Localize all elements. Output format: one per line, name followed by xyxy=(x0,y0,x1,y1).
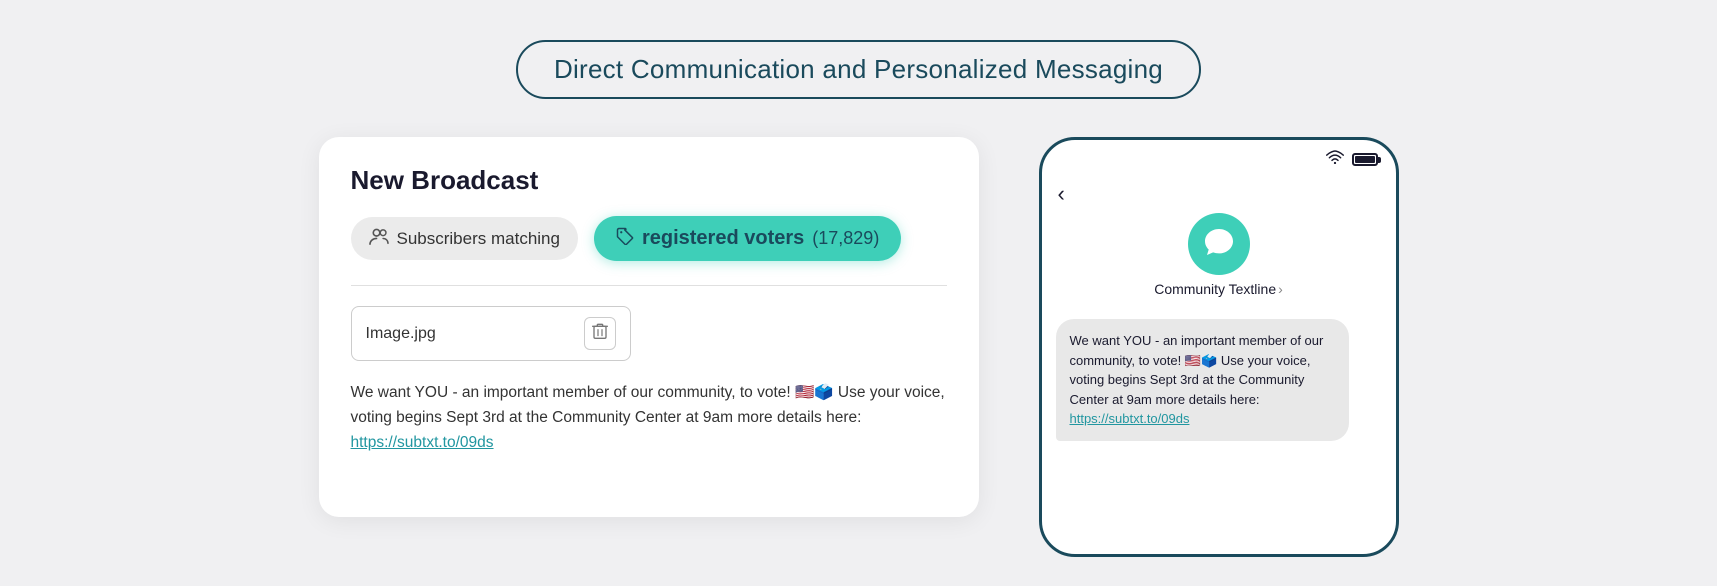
subscribers-row: Subscribers matching registered voters (… xyxy=(351,216,947,261)
broadcast-message-text: We want YOU - an important member of our… xyxy=(351,384,945,426)
message-bubble-text: We want YOU - an important member of our… xyxy=(1070,333,1324,407)
chat-avatar xyxy=(1188,213,1250,275)
delete-image-button[interactable] xyxy=(584,317,616,350)
subscribers-pill: Subscribers matching xyxy=(351,217,578,260)
tag-label: registered voters xyxy=(642,227,804,250)
image-filename: Image.jpg xyxy=(366,325,436,343)
phone-header: ‹ Community Textline › xyxy=(1042,173,1396,309)
tag-icon xyxy=(616,227,634,250)
status-bar xyxy=(1042,140,1396,173)
chat-icon xyxy=(1203,227,1235,262)
subscribers-label: Subscribers matching xyxy=(397,229,560,249)
broadcast-message-link[interactable]: https://subtxt.to/09ds xyxy=(351,434,494,451)
image-field: Image.jpg xyxy=(351,306,631,361)
main-content: New Broadcast Subscribers matching xyxy=(60,137,1657,557)
divider xyxy=(351,285,947,286)
phone-mockup: ‹ Community Textline › We want YOU - an … xyxy=(1039,137,1399,557)
chat-messages: We want YOU - an important member of our… xyxy=(1042,309,1396,554)
contact-name: Community Textline xyxy=(1154,281,1276,297)
subscribers-icon xyxy=(369,227,389,250)
message-bubble-link[interactable]: https://subtxt.to/09ds xyxy=(1070,411,1190,426)
page-title: Direct Communication and Personalized Me… xyxy=(516,40,1201,99)
broadcast-message-body: We want YOU - an important member of our… xyxy=(351,381,947,455)
broadcast-card: New Broadcast Subscribers matching xyxy=(319,137,979,517)
tag-pill[interactable]: registered voters (17,829) xyxy=(594,216,901,261)
wifi-icon xyxy=(1326,150,1344,169)
contact-name-row: Community Textline › xyxy=(1154,281,1283,297)
contact-arrow: › xyxy=(1278,281,1283,297)
message-bubble: We want YOU - an important member of our… xyxy=(1056,319,1349,441)
back-button[interactable]: ‹ xyxy=(1058,181,1065,207)
tag-count: (17,829) xyxy=(812,228,879,249)
battery-icon xyxy=(1352,153,1378,166)
broadcast-card-title: New Broadcast xyxy=(351,165,947,196)
